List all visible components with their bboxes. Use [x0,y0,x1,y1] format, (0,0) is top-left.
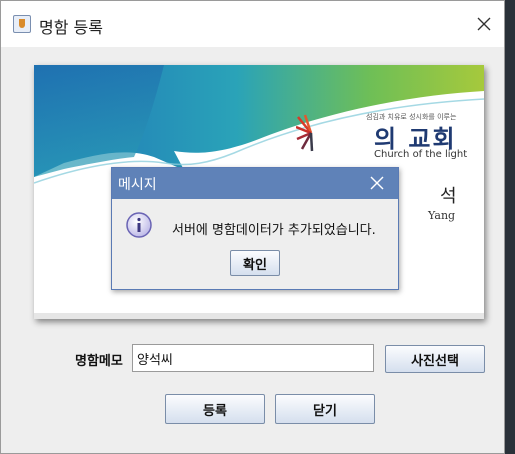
dialog-close-icon[interactable] [370,176,384,190]
select-photo-button[interactable]: 사진선택 [385,345,485,373]
church-name-en: Church of the light [374,149,468,160]
close-x-icon[interactable] [476,16,492,32]
card-name: 석 [440,186,457,207]
register-button[interactable]: 등록 [165,394,265,424]
ok-button[interactable]: 확인 [230,250,280,276]
dialog-title: 메시지 [118,177,157,193]
memo-input[interactable] [132,344,374,372]
java-cup-icon [13,15,31,33]
window-title: 명함 등록 [39,18,103,37]
close-button[interactable]: 닫기 [275,394,375,424]
card-name-sub: Yang [428,209,456,222]
message-dialog: 메시지 서버에 명함데이터가 추가되었습니다. 확인 [111,167,399,290]
church-logo-icon [296,114,314,152]
info-icon [126,212,152,238]
title-bar: 명함 등록 [1,1,504,47]
memo-label: 명함메모 [75,354,123,369]
dialog-message: 서버에 명함데이터가 추가되었습니다. [172,223,376,238]
dialog-title-bar: 메시지 [112,168,398,199]
